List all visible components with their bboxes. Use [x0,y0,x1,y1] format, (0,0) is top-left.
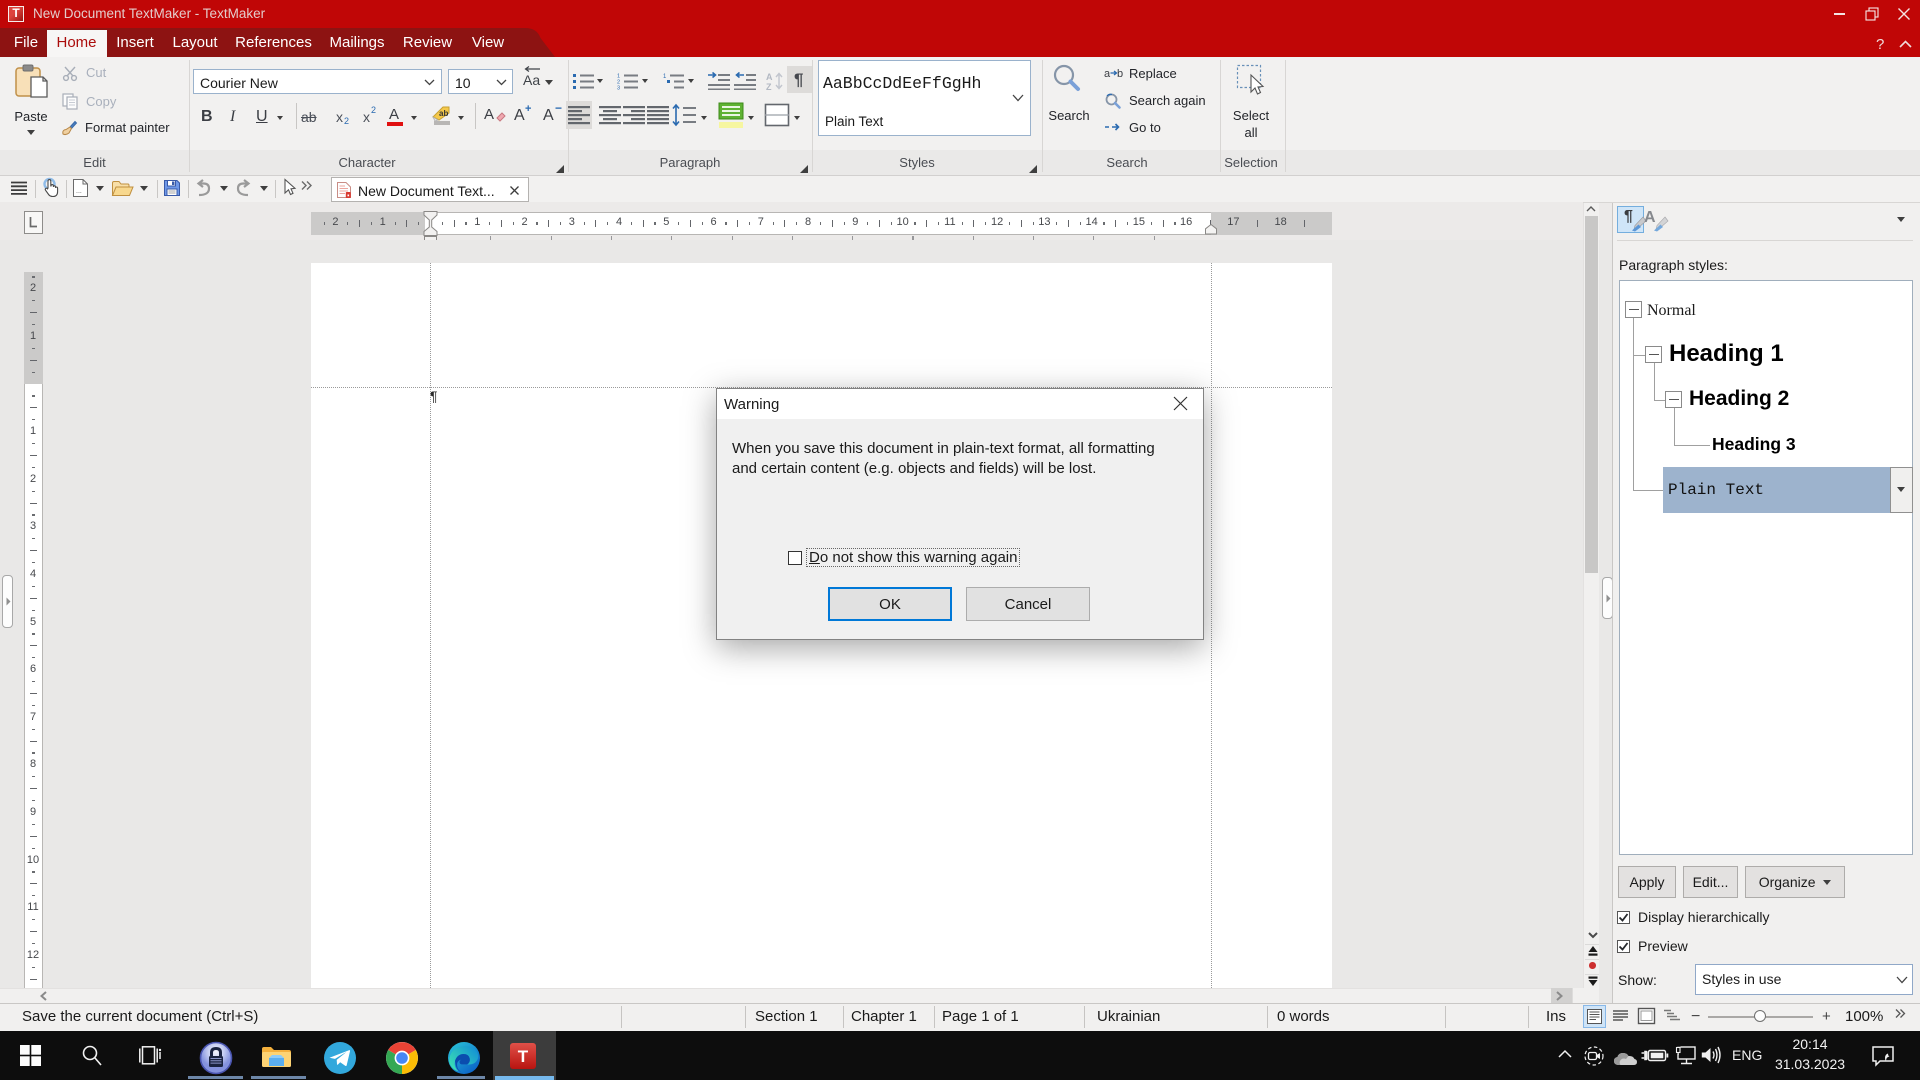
svg-text:1: 1 [663,74,667,80]
svg-text:A: A [766,72,773,82]
svg-text:...: ... [76,188,82,195]
svg-text:b: b [1117,68,1123,80]
svg-text:a: a [1104,68,1111,80]
svg-text:ab: ab [439,109,448,118]
svg-text:Z: Z [766,82,772,92]
svg-text:3: 3 [617,86,620,92]
